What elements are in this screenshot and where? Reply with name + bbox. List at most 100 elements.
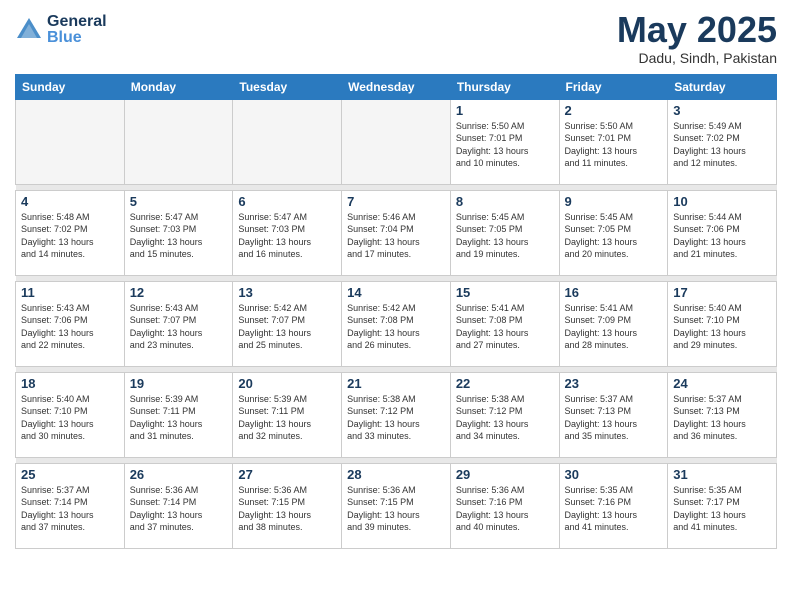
day-info: Sunrise: 5:38 AM Sunset: 7:12 PM Dayligh…: [456, 393, 554, 443]
day-number: 7: [347, 194, 445, 209]
day-info: Sunrise: 5:36 AM Sunset: 7:15 PM Dayligh…: [347, 484, 445, 534]
day-info: Sunrise: 5:37 AM Sunset: 7:13 PM Dayligh…: [673, 393, 771, 443]
table-row: [233, 99, 342, 184]
header-saturday: Saturday: [668, 74, 777, 99]
day-info: Sunrise: 5:40 AM Sunset: 7:10 PM Dayligh…: [21, 393, 119, 443]
day-info: Sunrise: 5:47 AM Sunset: 7:03 PM Dayligh…: [238, 211, 336, 261]
day-number: 13: [238, 285, 336, 300]
table-row: 10 Sunrise: 5:44 AM Sunset: 7:06 PM Dayli…: [668, 190, 777, 275]
day-info: Sunrise: 5:36 AM Sunset: 7:16 PM Dayligh…: [456, 484, 554, 534]
day-info: Sunrise: 5:43 AM Sunset: 7:06 PM Dayligh…: [21, 302, 119, 352]
day-info: Sunrise: 5:36 AM Sunset: 7:14 PM Dayligh…: [130, 484, 228, 534]
logo: General Blue: [15, 14, 107, 46]
header-sunday: Sunday: [16, 74, 125, 99]
day-number: 14: [347, 285, 445, 300]
day-number: 23: [565, 376, 663, 391]
week-row-4: 18 Sunrise: 5:40 AM Sunset: 7:10 PM Dayli…: [16, 372, 777, 457]
day-info: Sunrise: 5:35 AM Sunset: 7:16 PM Dayligh…: [565, 484, 663, 534]
day-number: 8: [456, 194, 554, 209]
table-row: [124, 99, 233, 184]
table-row: 8 Sunrise: 5:45 AM Sunset: 7:05 PM Daylig…: [450, 190, 559, 275]
logo-blue-label: Blue: [47, 30, 107, 46]
table-row: 22 Sunrise: 5:38 AM Sunset: 7:12 PM Dayli…: [450, 372, 559, 457]
week-row-5: 25 Sunrise: 5:37 AM Sunset: 7:14 PM Dayli…: [16, 463, 777, 548]
day-number: 24: [673, 376, 771, 391]
day-info: Sunrise: 5:43 AM Sunset: 7:07 PM Dayligh…: [130, 302, 228, 352]
day-number: 5: [130, 194, 228, 209]
day-number: 20: [238, 376, 336, 391]
table-row: 16Sunrise: 5:41 AM Sunset: 7:09 PM Dayli…: [559, 281, 668, 366]
day-info: Sunrise: 5:36 AM Sunset: 7:15 PM Dayligh…: [238, 484, 336, 534]
week-row-3: 11 Sunrise: 5:43 AM Sunset: 7:06 PM Dayli…: [16, 281, 777, 366]
day-number: 18: [21, 376, 119, 391]
header-monday: Monday: [124, 74, 233, 99]
day-info: Sunrise: 5:38 AM Sunset: 7:12 PM Dayligh…: [347, 393, 445, 443]
day-number: 21: [347, 376, 445, 391]
day-info: Sunrise: 5:50 AM Sunset: 7:01 PM Dayligh…: [456, 120, 554, 170]
day-info: Sunrise: 5:42 AM Sunset: 7:08 PM Dayligh…: [347, 302, 445, 352]
day-number: 31: [673, 467, 771, 482]
day-number: 29: [456, 467, 554, 482]
day-number: 4: [21, 194, 119, 209]
weekday-header-row: Sunday Monday Tuesday Wednesday Thursday…: [16, 74, 777, 99]
table-row: 5 Sunrise: 5:47 AM Sunset: 7:03 PM Daylig…: [124, 190, 233, 275]
table-row: 27 Sunrise: 5:36 AM Sunset: 7:15 PM Dayli…: [233, 463, 342, 548]
table-row: 12Sunrise: 5:43 AM Sunset: 7:07 PM Dayli…: [124, 281, 233, 366]
day-info: Sunrise: 5:40 AM Sunset: 7:10 PM Dayligh…: [673, 302, 771, 352]
day-info: Sunrise: 5:37 AM Sunset: 7:14 PM Dayligh…: [21, 484, 119, 534]
table-row: 1Sunrise: 5:50 AM Sunset: 7:01 PM Daylig…: [450, 99, 559, 184]
day-info: Sunrise: 5:37 AM Sunset: 7:13 PM Dayligh…: [565, 393, 663, 443]
table-row: 31Sunrise: 5:35 AM Sunset: 7:17 PM Dayli…: [668, 463, 777, 548]
day-number: 11: [21, 285, 119, 300]
table-row: 4 Sunrise: 5:48 AM Sunset: 7:02 PM Daylig…: [16, 190, 125, 275]
header-friday: Friday: [559, 74, 668, 99]
day-number: 15: [456, 285, 554, 300]
day-info: Sunrise: 5:46 AM Sunset: 7:04 PM Dayligh…: [347, 211, 445, 261]
table-row: 15Sunrise: 5:41 AM Sunset: 7:08 PM Dayli…: [450, 281, 559, 366]
day-info: Sunrise: 5:39 AM Sunset: 7:11 PM Dayligh…: [130, 393, 228, 443]
day-number: 17: [673, 285, 771, 300]
main-title: May 2025: [617, 10, 777, 50]
table-row: 18 Sunrise: 5:40 AM Sunset: 7:10 PM Dayli…: [16, 372, 125, 457]
table-row: 6 Sunrise: 5:47 AM Sunset: 7:03 PM Daylig…: [233, 190, 342, 275]
day-number: 25: [21, 467, 119, 482]
day-info: Sunrise: 5:41 AM Sunset: 7:09 PM Dayligh…: [565, 302, 663, 352]
table-row: 23 Sunrise: 5:37 AM Sunset: 7:13 PM Dayli…: [559, 372, 668, 457]
table-row: [16, 99, 125, 184]
table-row: 21 Sunrise: 5:38 AM Sunset: 7:12 PM Dayli…: [342, 372, 451, 457]
table-row: 24 Sunrise: 5:37 AM Sunset: 7:13 PM Dayli…: [668, 372, 777, 457]
day-info: Sunrise: 5:48 AM Sunset: 7:02 PM Dayligh…: [21, 211, 119, 261]
day-info: Sunrise: 5:49 AM Sunset: 7:02 PM Dayligh…: [673, 120, 771, 170]
title-block: May 2025 Dadu, Sindh, Pakistan: [617, 10, 777, 66]
day-number: 6: [238, 194, 336, 209]
day-info: Sunrise: 5:45 AM Sunset: 7:05 PM Dayligh…: [456, 211, 554, 261]
table-row: [342, 99, 451, 184]
logo-text: General Blue: [47, 14, 107, 46]
day-number: 22: [456, 376, 554, 391]
day-number: 30: [565, 467, 663, 482]
subtitle: Dadu, Sindh, Pakistan: [617, 50, 777, 66]
day-number: 19: [130, 376, 228, 391]
table-row: 17 Sunrise: 5:40 AM Sunset: 7:10 PM Dayli…: [668, 281, 777, 366]
day-number: 10: [673, 194, 771, 209]
week-row-1: 1Sunrise: 5:50 AM Sunset: 7:01 PM Daylig…: [16, 99, 777, 184]
page: General Blue May 2025 Dadu, Sindh, Pakis…: [0, 0, 792, 612]
day-info: Sunrise: 5:45 AM Sunset: 7:05 PM Dayligh…: [565, 211, 663, 261]
day-number: 9: [565, 194, 663, 209]
table-row: 14 Sunrise: 5:42 AM Sunset: 7:08 PM Dayli…: [342, 281, 451, 366]
table-row: 19 Sunrise: 5:39 AM Sunset: 7:11 PM Dayli…: [124, 372, 233, 457]
day-info: Sunrise: 5:44 AM Sunset: 7:06 PM Dayligh…: [673, 211, 771, 261]
day-info: Sunrise: 5:47 AM Sunset: 7:03 PM Dayligh…: [130, 211, 228, 261]
day-info: Sunrise: 5:42 AM Sunset: 7:07 PM Dayligh…: [238, 302, 336, 352]
table-row: 13 Sunrise: 5:42 AM Sunset: 7:07 PM Dayli…: [233, 281, 342, 366]
header: General Blue May 2025 Dadu, Sindh, Pakis…: [15, 10, 777, 66]
table-row: 29 Sunrise: 5:36 AM Sunset: 7:16 PM Dayli…: [450, 463, 559, 548]
day-number: 27: [238, 467, 336, 482]
table-row: 7 Sunrise: 5:46 AM Sunset: 7:04 PM Daylig…: [342, 190, 451, 275]
header-tuesday: Tuesday: [233, 74, 342, 99]
day-number: 2: [565, 103, 663, 118]
logo-icon: [15, 16, 43, 44]
table-row: 11 Sunrise: 5:43 AM Sunset: 7:06 PM Dayli…: [16, 281, 125, 366]
day-info: Sunrise: 5:50 AM Sunset: 7:01 PM Dayligh…: [565, 120, 663, 170]
day-number: 3: [673, 103, 771, 118]
